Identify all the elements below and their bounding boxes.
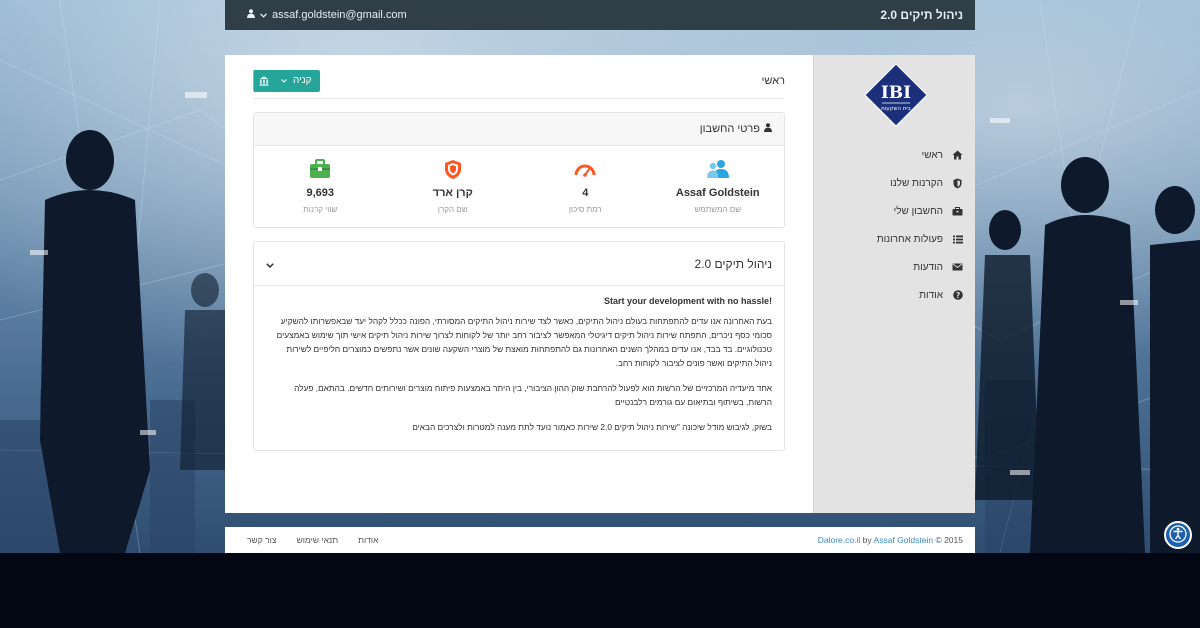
stat-risk-level: 4 רמת סיכון [519,146,652,228]
stat-label: רמת סיכון [568,205,602,214]
footer-link-about[interactable]: אודות [358,535,378,545]
stat-fund-name: קרן ארד שם הקרן [387,146,520,228]
accessibility-button[interactable] [1164,521,1192,549]
sidebar-item-label: הודעות [913,261,943,273]
breadcrumb: ראשי [761,74,785,87]
wallet-icon [309,158,331,180]
briefcase-icon [952,206,963,217]
stat-fund-value: 9,693 שווי קרנות [254,146,387,228]
footer: צור קשר תנאי שימוש אודות Dalore.co.il by… [225,527,975,553]
account-details-card: פרטי החשבון 9,693 שווי קרנות קרן ארד שם … [253,112,785,228]
lower-dark-area [0,553,1200,628]
info-card-title: ניהול תיקים 2.0 [694,256,772,271]
chevron-down-icon [260,9,267,21]
svg-text:?: ? [955,291,959,300]
sidebar-item-recent-actions[interactable]: פעולות אחרונות [813,225,975,253]
info-card-body: Start your development with no hassle! ב… [254,286,784,434]
top-navbar: assaf.goldstein@gmail.com ניהול תיקים 2.… [225,0,975,30]
logo-subtext: בית השקעות [881,106,911,112]
main-content: קניה ראשי פרטי החשבון 9,693 שווי קרנות ק… [253,55,785,451]
sidebar-item-label: פעולות אחרונות [876,233,943,245]
sidebar-item-about[interactable]: אודות ? [813,281,975,309]
user-icon [764,123,772,135]
list-icon [952,234,963,245]
ibi-logo[interactable]: IBI בית השקעות [864,63,928,127]
sidebar-item-label: ראשי [921,149,943,161]
sidebar-nav: ראשי הקרנות שלנו החשבון שלי פעולות אחרונ… [813,141,975,309]
buy-button-label: קניה [293,75,312,86]
sidebar-item-label: אודות [919,289,943,301]
stat-value: קרן ארד [432,187,473,199]
account-card-header: פרטי החשבון [254,113,784,146]
buy-button[interactable]: קניה [253,69,320,92]
shield-badge-icon [444,158,462,180]
sidebar-item-our-funds[interactable]: הקרנות שלנו [813,169,975,197]
home-icon [952,150,963,161]
gauge-icon [574,158,596,180]
sidebar-item-messages[interactable]: הודעות [813,253,975,281]
stat-username: Assaf Goldstein שם המשתמש [652,146,785,228]
user-menu[interactable]: assaf.goldstein@gmail.com [247,9,407,21]
envelope-icon [952,262,963,273]
info-card: ניהול תיקים 2.0 Start your development w… [253,241,785,451]
account-card-title: פרטי החשבון [699,123,760,135]
footer-site-link[interactable]: Dalore.co.il [818,535,861,545]
sidebar-item-home[interactable]: ראשי [813,141,975,169]
bank-icon [253,69,273,92]
question-icon: ? [952,290,963,301]
sidebar-item-my-account[interactable]: החשבון שלי [813,197,975,225]
footer-link-terms[interactable]: תנאי שימוש [297,535,339,545]
stat-value: Assaf Goldstein [675,187,760,199]
app-title[interactable]: ניהול תיקים 2.0 [880,8,963,22]
footer-link-contact[interactable]: צור קשר [247,535,277,545]
sidebar-item-label: החשבון שלי [893,205,943,217]
stat-value: 9,693 [306,187,335,199]
users-icon [706,158,730,180]
footer-by: by [862,535,872,545]
stat-value: 4 [582,187,589,199]
chevron-down-icon[interactable] [266,257,274,271]
accessibility-icon [1169,524,1187,546]
breadcrumb-row: קניה ראשי [253,55,785,99]
footer-copyright: Dalore.co.il by Assaf Goldstein © 2015 [818,535,963,545]
logo-text: IBI [881,83,911,103]
sidebar: IBI בית השקעות ראשי הקרנות שלנו החשבון ש… [813,55,975,513]
main-panel: IBI בית השקעות ראשי הקרנות שלנו החשבון ש… [225,55,975,513]
user-email: assaf.goldstein@gmail.com [272,9,407,21]
info-paragraph: בשוק, לגיבוש מודל שיכונה "שירות ניהול תי… [412,422,772,432]
info-paragraph: אחד מיעדיה המרכזיים של הרשות הוא לפעול ל… [294,383,772,407]
stat-label: שם המשתמש [694,205,742,214]
chevron-down-icon [281,75,287,86]
stat-label: שם הקרן [437,205,468,214]
info-paragraph: בעת האחרונה אנו עדים להתפתחות בעולם ניהו… [276,316,772,368]
footer-author-link[interactable]: Assaf Goldstein [874,535,934,545]
account-stats: 9,693 שווי קרנות קרן ארד שם הקרן 4 רמת ס… [254,146,784,228]
footer-links: צור קשר תנאי שימוש אודות [247,535,378,545]
stat-label: שווי קרנות [303,205,338,214]
shield-icon [952,178,963,189]
user-icon [247,9,255,21]
info-card-header[interactable]: ניהול תיקים 2.0 [254,242,784,286]
footer-year: © 2015 [935,535,963,545]
sidebar-item-label: הקרנות שלנו [890,177,943,189]
info-heading: Start your development with no hassle! [603,296,772,306]
